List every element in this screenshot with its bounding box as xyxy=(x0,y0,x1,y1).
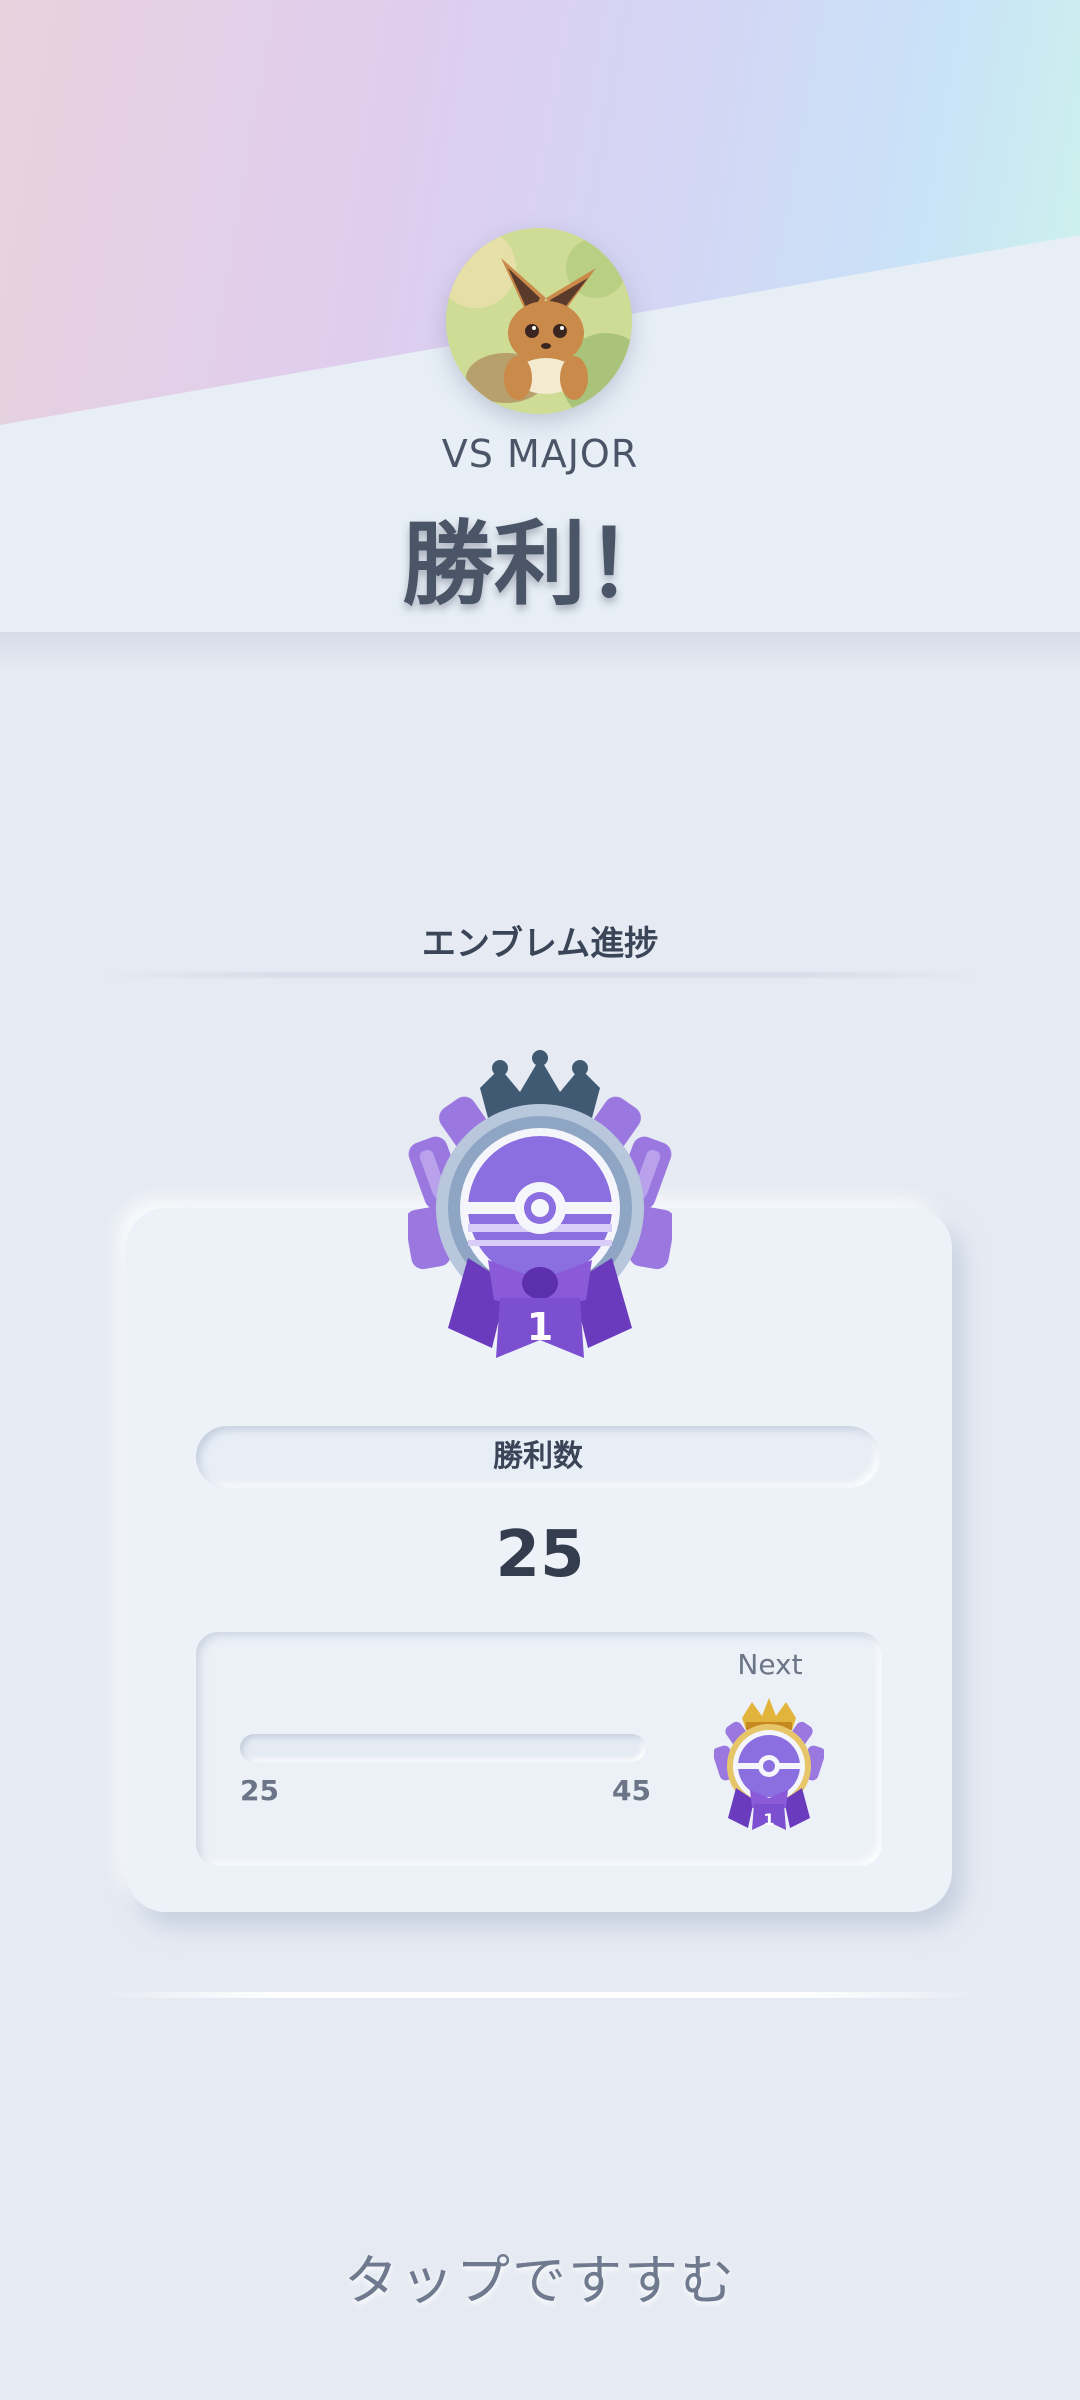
pokeball-ribbon-emblem-icon: 1 xyxy=(404,1048,676,1368)
next-emblem-rank-number: 1 xyxy=(763,1810,774,1829)
range-max-label: 45 xyxy=(612,1774,651,1807)
section-divider xyxy=(100,972,980,978)
emblem-rank-number: 1 xyxy=(527,1305,553,1349)
next-label: Next xyxy=(737,1648,803,1681)
gold-crown-emblem-icon: 1 xyxy=(712,1696,826,1832)
eevee-avatar-icon xyxy=(446,228,632,414)
stat-value: 25 xyxy=(495,1518,585,1592)
progress-bar xyxy=(240,1734,646,1762)
tap-to-continue-button[interactable]: タップですすむ xyxy=(0,2236,1080,2315)
header-band-shadow xyxy=(0,632,1080,672)
opponent-label: VS MAJOR xyxy=(441,432,639,476)
result-title: 勝利！ xyxy=(401,511,678,618)
range-min-label: 25 xyxy=(240,1774,279,1807)
section-title: エンブレム進捗 xyxy=(421,924,659,964)
stat-label-pill: 勝利数 xyxy=(196,1426,880,1488)
section-divider-bottom xyxy=(100,1992,980,1998)
